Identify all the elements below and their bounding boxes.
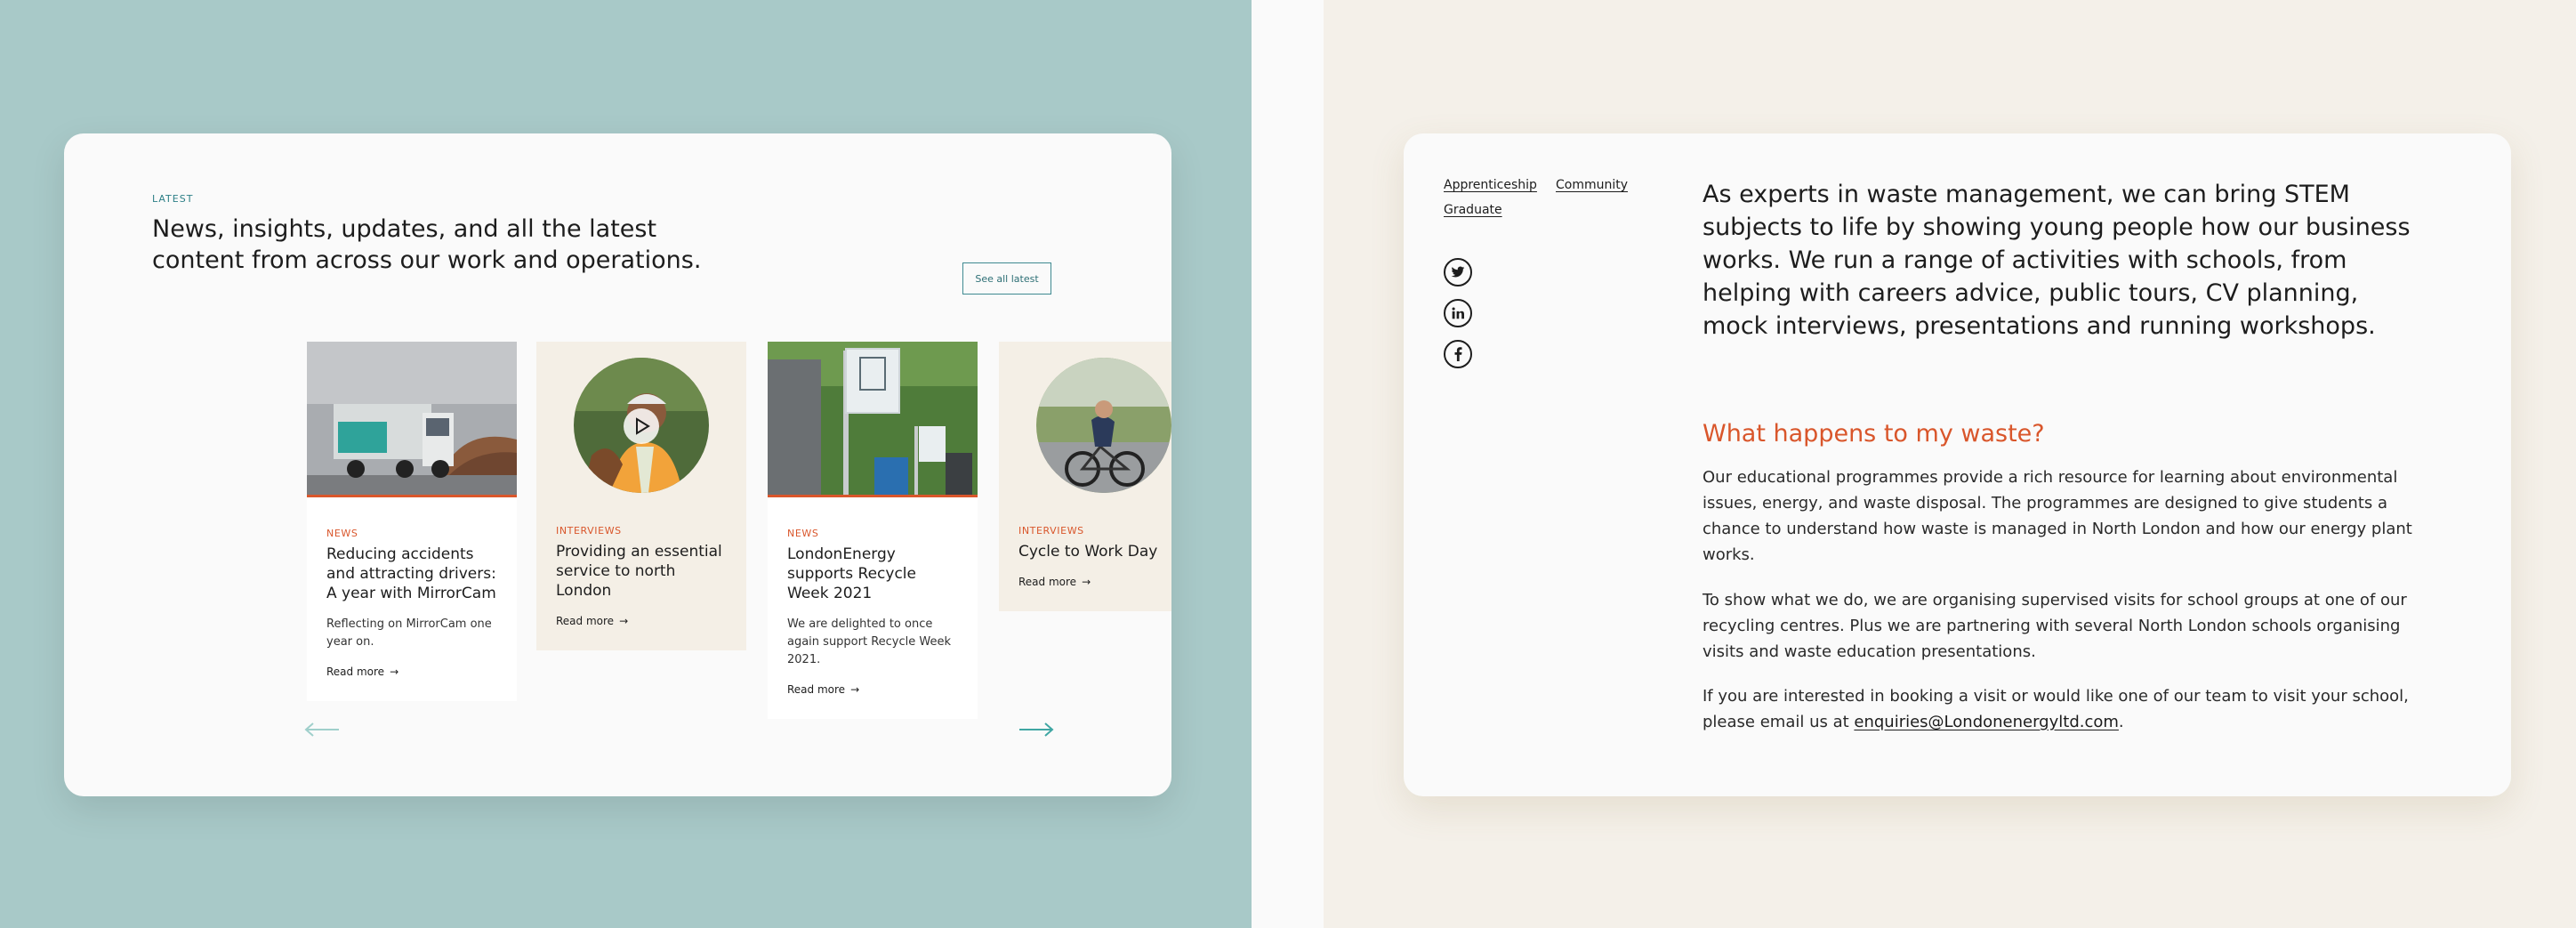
see-all-latest-button[interactable]: See all latest [962, 262, 1051, 295]
email-link[interactable]: enquiries@Londonenergyltd.com [1854, 713, 2119, 731]
card-category: INTERVIEWS [556, 525, 622, 537]
cyclist-portrait-photo [999, 342, 1171, 495]
card-category: NEWS [787, 528, 819, 539]
tag-apprenticeship[interactable]: Apprenticeship [1444, 178, 1537, 192]
arrow-right-icon: → [1082, 576, 1091, 588]
read-more-label: Read more [556, 615, 615, 627]
section-eyebrow: LATEST [152, 193, 194, 205]
card-description: Reflecting on MirrorCam one year on. [326, 617, 492, 649]
worker-portrait-photo [536, 342, 746, 495]
card-title: Reducing accidents and attracting driver… [326, 545, 496, 602]
contact-text-end: . [2118, 713, 2124, 731]
arrow-right-icon: → [619, 615, 629, 627]
read-more-label: Read more [326, 666, 385, 678]
read-more-label: Read more [1018, 576, 1077, 588]
read-more-label: Read more [787, 683, 846, 696]
what-happens-heading: What happens to my waste? [1703, 420, 2045, 448]
education-panel: Apprenticeship Community Graduate As exp… [1404, 133, 2511, 796]
card-category: INTERVIEWS [1018, 525, 1084, 537]
interview-card[interactable]: INTERVIEWS Providing an essential servic… [536, 342, 746, 650]
arrow-right-icon: → [850, 683, 860, 696]
interview-card[interactable]: INTERVIEWS Cycle to Work Day Read more → [999, 342, 1171, 611]
news-card[interactable]: NEWS LondonEnergy supports Recycle Week … [768, 342, 978, 719]
arrow-right-icon: → [390, 666, 399, 678]
read-more-link[interactable]: Read more → [1018, 576, 1171, 588]
card-title: Cycle to Work Day [1018, 543, 1158, 561]
tag-community[interactable]: Community [1556, 178, 1628, 192]
recycling-signs-photo [768, 342, 978, 497]
facebook-icon[interactable] [1444, 340, 1472, 368]
card-title: LondonEnergy supports Recycle Week 2021 [787, 545, 916, 602]
education-paragraph: Our educational programmes provide a ric… [1703, 468, 2412, 564]
education-paragraph: To show what we do, we are organising su… [1703, 591, 2407, 661]
recycling-truck-photo [307, 342, 517, 497]
tag-graduate[interactable]: Graduate [1444, 203, 1502, 217]
arrow-right-icon[interactable] [1018, 722, 1054, 740]
card-category: NEWS [326, 528, 358, 539]
twitter-icon[interactable] [1444, 258, 1472, 286]
read-more-link[interactable]: Read more → [787, 683, 958, 696]
contact-paragraph: If you are interested in booking a visit… [1703, 683, 2414, 735]
read-more-link[interactable]: Read more → [326, 666, 497, 678]
read-more-link[interactable]: Read more → [556, 615, 727, 627]
card-title: Providing an essential service to north … [556, 543, 722, 600]
section-title: News, insights, updates, and all the lat… [152, 215, 702, 274]
card-description: We are delighted to once again support R… [787, 617, 952, 666]
linkedin-icon[interactable] [1444, 299, 1472, 327]
latest-news-panel: LATEST News, insights, updates, and all … [64, 133, 1171, 796]
news-card[interactable]: NEWS Reducing accidents and attracting d… [307, 342, 517, 701]
play-video-icon[interactable] [624, 408, 659, 444]
arrow-left-icon[interactable] [304, 722, 340, 740]
education-intro: As experts in waste management, we can b… [1703, 181, 2411, 340]
